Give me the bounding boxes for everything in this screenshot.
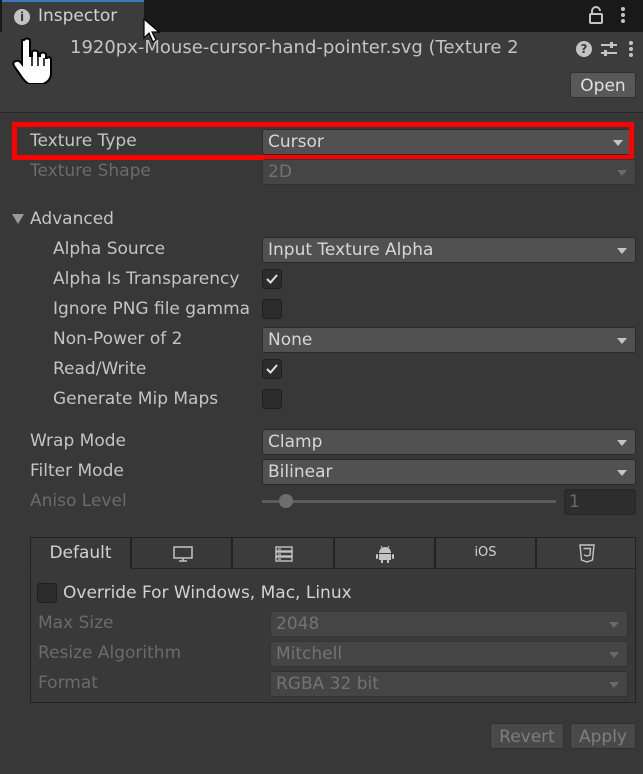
tab-standalone[interactable] bbox=[131, 537, 232, 569]
lock-icon[interactable] bbox=[588, 6, 604, 24]
format-label: Format bbox=[38, 673, 98, 693]
chevron-down-icon bbox=[617, 440, 627, 446]
read-write-checkbox[interactable] bbox=[262, 359, 282, 379]
chevron-down-icon bbox=[617, 338, 627, 344]
generate-mip-maps-checkbox[interactable] bbox=[262, 389, 282, 409]
non-power-of-2-label: Non-Power of 2 bbox=[53, 329, 183, 349]
texture-shape-value: 2D bbox=[268, 162, 292, 182]
apply-button[interactable]: Apply bbox=[570, 723, 636, 749]
revert-button[interactable]: Revert bbox=[490, 723, 564, 749]
preset-settings-icon[interactable] bbox=[600, 41, 618, 57]
tab-default[interactable]: Default bbox=[30, 537, 131, 569]
tab-server[interactable] bbox=[232, 537, 334, 569]
texture-shape-label: Texture Shape bbox=[30, 161, 151, 181]
tab-inspector-label: Inspector bbox=[38, 6, 118, 26]
resize-algorithm-value: Mitchell bbox=[276, 644, 343, 664]
aniso-level-label: Aniso Level bbox=[30, 491, 127, 511]
chevron-down-icon bbox=[609, 622, 619, 628]
override-platform-label: Override For Windows, Mac, Linux bbox=[63, 583, 352, 603]
android-icon bbox=[376, 545, 394, 563]
tab-menu-icon[interactable] bbox=[618, 5, 628, 25]
checkmark-icon bbox=[266, 364, 278, 374]
generate-mip-maps-label: Generate Mip Maps bbox=[53, 389, 219, 409]
non-power-of-2-dropdown[interactable]: None bbox=[262, 327, 636, 353]
chevron-down-icon bbox=[609, 652, 619, 658]
tab-inspector[interactable]: i Inspector bbox=[2, 0, 144, 32]
aniso-level-slider-thumb bbox=[279, 494, 293, 508]
alpha-source-label: Alpha Source bbox=[53, 239, 166, 259]
tab-ios[interactable]: iOS bbox=[435, 537, 536, 569]
texture-shape-dropdown: 2D bbox=[262, 159, 636, 185]
monitor-icon bbox=[173, 546, 193, 562]
wrap-mode-value: Clamp bbox=[268, 432, 323, 452]
mouse-cursor-icon bbox=[143, 18, 161, 43]
ignore-png-gamma-label: Ignore PNG file gamma bbox=[53, 299, 251, 319]
alpha-is-transparency-label: Alpha Is Transparency bbox=[53, 269, 240, 289]
ignore-png-gamma-checkbox[interactable] bbox=[262, 299, 282, 319]
info-icon: i bbox=[14, 9, 30, 25]
max-size-dropdown: 2048 bbox=[270, 611, 628, 637]
tab-android[interactable] bbox=[334, 537, 435, 569]
more-options-icon[interactable] bbox=[628, 40, 634, 58]
override-platform-checkbox[interactable] bbox=[37, 583, 57, 603]
max-size-label: Max Size bbox=[38, 613, 114, 633]
open-button[interactable]: Open bbox=[570, 72, 636, 98]
chevron-down-icon bbox=[617, 170, 627, 176]
tab-default-label: Default bbox=[49, 543, 112, 563]
read-write-label: Read/Write bbox=[53, 359, 147, 379]
filter-mode-value: Bilinear bbox=[268, 462, 333, 482]
advanced-foldout-label[interactable]: Advanced bbox=[30, 209, 114, 229]
max-size-value: 2048 bbox=[276, 614, 320, 634]
aniso-level-slider-track bbox=[262, 500, 556, 503]
tab-webgl[interactable] bbox=[536, 537, 636, 569]
non-power-of-2-value: None bbox=[268, 330, 313, 350]
filter-mode-label: Filter Mode bbox=[30, 461, 124, 481]
format-dropdown: RGBA 32 bit bbox=[270, 671, 628, 697]
wrap-mode-dropdown[interactable]: Clamp bbox=[262, 429, 636, 455]
alpha-source-dropdown[interactable]: Input Texture Alpha bbox=[262, 237, 636, 263]
checkmark-icon bbox=[266, 274, 278, 284]
chevron-down-icon bbox=[617, 470, 627, 476]
html5-icon bbox=[579, 544, 595, 563]
aniso-level-field: 1 bbox=[564, 489, 636, 515]
hand-pointer-icon bbox=[12, 37, 52, 84]
alpha-is-transparency-checkbox[interactable] bbox=[262, 269, 282, 289]
filter-mode-dropdown[interactable]: Bilinear bbox=[262, 459, 636, 485]
alpha-source-value: Input Texture Alpha bbox=[268, 240, 434, 260]
resize-algorithm-dropdown: Mitchell bbox=[270, 641, 628, 667]
foldout-arrow-icon[interactable] bbox=[12, 214, 24, 224]
resize-algorithm-label: Resize Algorithm bbox=[38, 643, 182, 663]
chevron-down-icon bbox=[609, 682, 619, 688]
server-icon bbox=[275, 546, 293, 562]
help-icon[interactable]: ? bbox=[576, 41, 592, 57]
format-value: RGBA 32 bit bbox=[276, 674, 379, 694]
tab-ios-label: iOS bbox=[474, 545, 497, 560]
chevron-down-icon bbox=[617, 248, 627, 254]
wrap-mode-label: Wrap Mode bbox=[30, 431, 126, 451]
highlight-box bbox=[12, 122, 634, 160]
